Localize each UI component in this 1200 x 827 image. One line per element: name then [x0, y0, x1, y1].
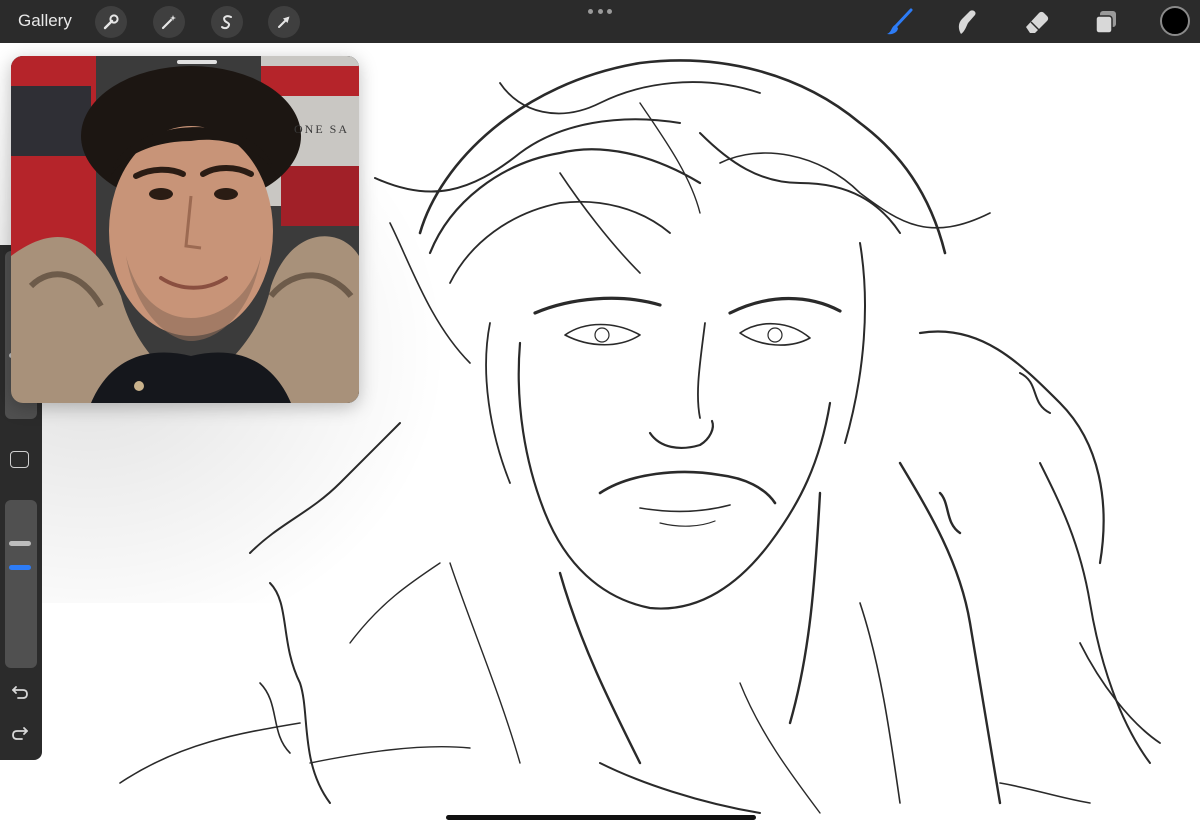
redo-button[interactable] — [9, 723, 31, 745]
arrow-icon — [278, 16, 290, 28]
reference-window[interactable]: ONE SA — [11, 56, 359, 403]
reference-drag-handle[interactable] — [177, 60, 217, 64]
selection-s-icon — [221, 15, 232, 30]
magic-wand-icon — [161, 15, 176, 30]
undo-icon — [12, 686, 28, 699]
top-toolbar: Gallery — [0, 0, 1200, 43]
dot — [588, 9, 593, 14]
smudge-tool-button[interactable] — [951, 5, 983, 39]
home-indicator[interactable] — [446, 815, 756, 820]
modify-button[interactable] — [10, 451, 29, 468]
dot — [607, 9, 612, 14]
smudge-icon — [958, 10, 976, 34]
color-picker-button[interactable] — [1160, 6, 1190, 36]
reference-photo — [11, 56, 359, 403]
more-options-handle[interactable] — [588, 9, 612, 15]
brush-tool-button[interactable] — [884, 5, 916, 39]
brush-icon — [887, 8, 913, 35]
redo-icon — [12, 727, 28, 740]
selection-button[interactable] — [211, 6, 243, 38]
transform-button[interactable] — [268, 6, 300, 38]
layers-icon — [1095, 11, 1116, 34]
dot — [597, 9, 603, 14]
gallery-button[interactable]: Gallery — [18, 11, 72, 31]
opacity-slider[interactable] — [5, 500, 37, 668]
opacity-thumb[interactable] — [9, 565, 31, 570]
eraser-icon — [1026, 11, 1049, 33]
actions-button[interactable] — [95, 6, 127, 38]
wrench-icon — [103, 14, 119, 30]
adjustments-button[interactable] — [153, 6, 185, 38]
undo-button[interactable] — [9, 681, 31, 703]
eraser-tool-button[interactable] — [1021, 5, 1053, 39]
opacity-thumb-marker — [9, 541, 31, 546]
background-sign-text: ONE SA — [294, 122, 350, 136]
layers-button[interactable] — [1090, 5, 1122, 39]
